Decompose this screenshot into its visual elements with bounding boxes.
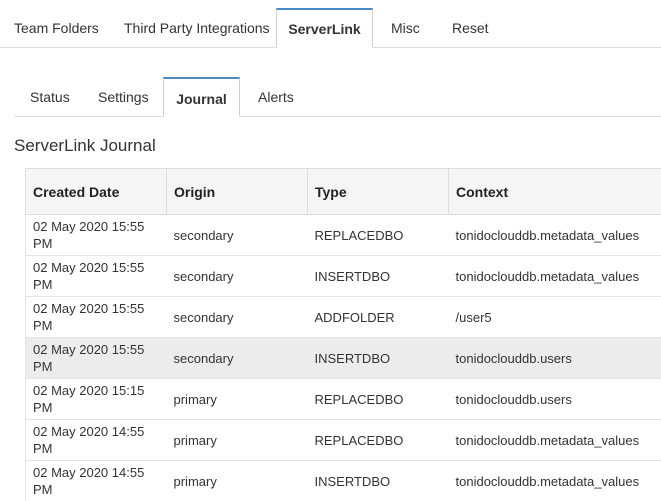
cell-created-date: 02 May 2020 14:55 PM [25, 460, 167, 501]
cell-origin: secondary [166, 214, 308, 256]
cell-origin: secondary [166, 296, 308, 338]
cell-context: tonidoclouddb.users [448, 378, 661, 420]
cell-created-date: 02 May 2020 15:15 PM [25, 378, 167, 420]
cell-context: tonidoclouddb.metadata_values [448, 255, 661, 297]
cell-type: INSERTDBO [307, 255, 449, 297]
tab-team-folders[interactable]: Team Folders [14, 8, 99, 48]
tab-journal[interactable]: Journal [163, 77, 240, 117]
cell-context: tonidoclouddb.metadata_values [448, 419, 661, 461]
tab-alerts[interactable]: Alerts [258, 77, 294, 117]
cell-type: REPLACEDBO [307, 214, 449, 256]
cell-type: INSERTDBO [307, 337, 449, 379]
table-row[interactable]: 02 May 2020 15:55 PM secondary INSERTDBO… [25, 337, 661, 379]
cell-type: ADDFOLDER [307, 296, 449, 338]
table-row[interactable]: 02 May 2020 15:15 PM primary REPLACEDBO … [25, 378, 661, 420]
tab-reset[interactable]: Reset [452, 8, 489, 48]
journal-table: Created Date Origin Type Context 02 May … [25, 168, 661, 501]
cell-origin: primary [166, 378, 308, 420]
cell-origin: primary [166, 419, 308, 461]
tab-third-party-integrations[interactable]: Third Party Integrations [124, 8, 270, 48]
tab-misc[interactable]: Misc [391, 8, 420, 48]
cell-created-date: 02 May 2020 15:55 PM [25, 214, 167, 256]
column-header-origin[interactable]: Origin [166, 168, 308, 215]
table-row[interactable]: 02 May 2020 15:55 PM secondary INSERTDBO… [25, 255, 661, 297]
cell-context: tonidoclouddb.metadata_values [448, 214, 661, 256]
tab-serverlink[interactable]: ServerLink [276, 8, 373, 48]
table-header-row: Created Date Origin Type Context [25, 168, 661, 215]
table-row[interactable]: 02 May 2020 15:55 PM secondary REPLACEDB… [25, 214, 661, 256]
sub-tab-bar: Status Settings Journal Alerts [14, 77, 661, 117]
cell-type: INSERTDBO [307, 460, 449, 501]
table-row[interactable]: 02 May 2020 15:55 PM secondary ADDFOLDER… [25, 296, 661, 338]
cell-type: REPLACEDBO [307, 378, 449, 420]
cell-type: REPLACEDBO [307, 419, 449, 461]
top-tab-bar: Team Folders Third Party Integrations Se… [0, 8, 661, 48]
tab-status[interactable]: Status [30, 77, 70, 117]
cell-context: tonidoclouddb.metadata_values [448, 460, 661, 501]
cell-context: tonidoclouddb.users [448, 337, 661, 379]
cell-created-date: 02 May 2020 15:55 PM [25, 337, 167, 379]
cell-context: /user5 [448, 296, 661, 338]
cell-created-date: 02 May 2020 15:55 PM [25, 296, 167, 338]
page-title: ServerLink Journal [14, 136, 156, 155]
tab-settings[interactable]: Settings [98, 77, 149, 117]
cell-origin: secondary [166, 337, 308, 379]
table-row[interactable]: 02 May 2020 14:55 PM primary INSERTDBO t… [25, 460, 661, 501]
settings-page: Team Folders Third Party Integrations Se… [0, 0, 661, 501]
column-header-type[interactable]: Type [307, 168, 449, 215]
table-row[interactable]: 02 May 2020 14:55 PM primary REPLACEDBO … [25, 419, 661, 461]
column-header-created-date[interactable]: Created Date [25, 168, 167, 215]
cell-created-date: 02 May 2020 15:55 PM [25, 255, 167, 297]
cell-origin: primary [166, 460, 308, 501]
column-header-context[interactable]: Context [448, 168, 661, 215]
cell-created-date: 02 May 2020 14:55 PM [25, 419, 167, 461]
cell-origin: secondary [166, 255, 308, 297]
